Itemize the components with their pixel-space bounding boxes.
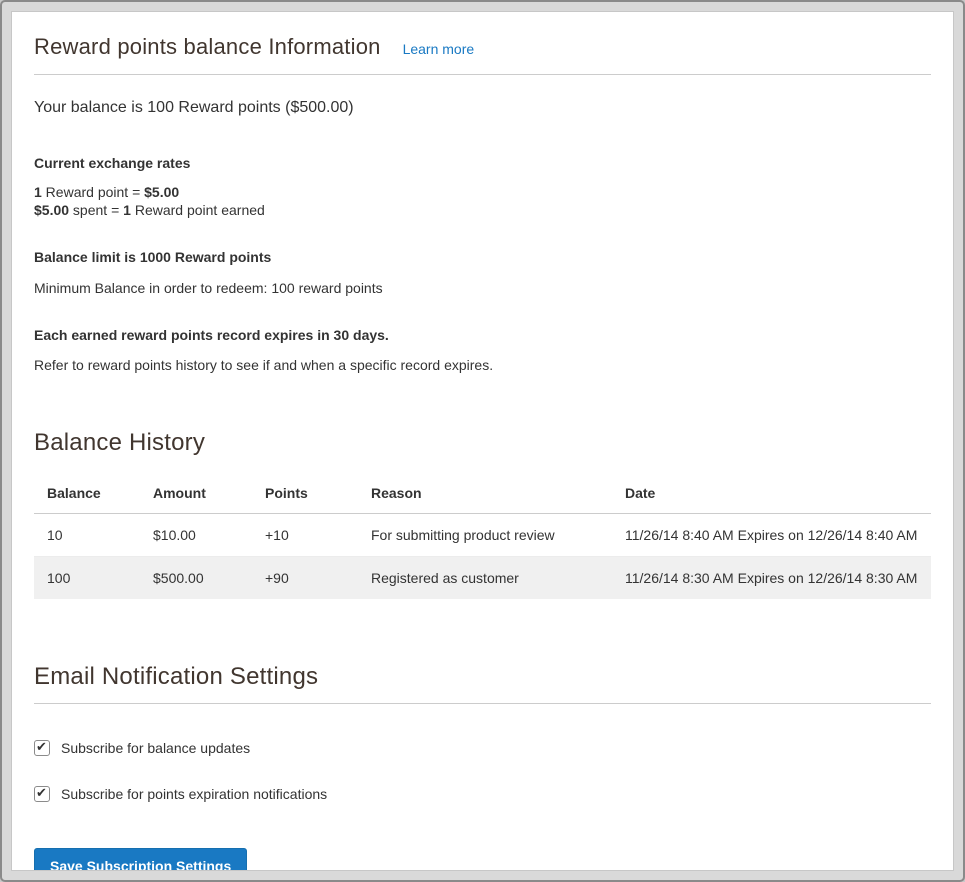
cell-points: +90 [252,557,358,600]
cell-reason: Registered as customer [358,557,612,600]
cell-reason: For submitting product review [358,514,612,557]
email-settings-title: Email Notification Settings [34,663,931,704]
save-subscription-settings-button[interactable]: Save Subscription Settings [34,848,247,871]
rate-spend-tail: Reward point earned [131,202,265,218]
rate-earn-text: Reward point = [42,184,144,200]
page-background: Reward points balance Information Learn … [0,0,965,882]
table-row: 10 $10.00 +10 For submitting product rev… [34,514,931,557]
cell-balance: 100 [34,557,140,600]
column-header-reason: Reason [358,473,612,514]
rate-spend-points: 1 [123,202,131,218]
subscribe-expiration-notifications-row[interactable]: Subscribe for points expiration notifica… [34,786,931,802]
rate-earn-points: 1 [34,184,42,200]
table-row: 100 $500.00 +90 Registered as customer 1… [34,557,931,600]
exchange-rates-title: Current exchange rates [34,155,931,171]
subscribe-expiration-notifications-label: Subscribe for points expiration notifica… [61,786,327,802]
balance-limit-text: Balance limit is 1000 Reward points [34,249,931,265]
balance-history-title: Balance History [34,429,931,457]
exchange-rate-spend: $5.00 spent = 1 Reward point earned [34,201,931,219]
cell-balance: 10 [34,514,140,557]
table-header-row: Balance Amount Points Reason Date [34,473,931,514]
subscribe-balance-updates-row[interactable]: Subscribe for balance updates [34,740,931,756]
subscribe-balance-updates-label: Subscribe for balance updates [61,740,250,756]
subscribe-expiration-notifications-checkbox[interactable] [34,786,50,802]
rate-earn-amount: $5.00 [144,184,179,200]
learn-more-link[interactable]: Learn more [403,41,475,57]
cell-amount: $500.00 [140,557,252,600]
reward-points-card: Reward points balance Information Learn … [11,11,954,871]
column-header-points: Points [252,473,358,514]
cell-date: 11/26/14 8:30 AM Expires on 12/26/14 8:3… [612,557,931,600]
expiry-note: Refer to reward points history to see if… [34,357,931,373]
column-header-amount: Amount [140,473,252,514]
balance-history-table: Balance Amount Points Reason Date 10 $10… [34,473,931,599]
rate-spend-text: spent = [69,202,123,218]
balance-summary: Your balance is 100 Reward points ($500.… [34,99,931,117]
column-header-date: Date [612,473,931,514]
exchange-rate-earn: 1 Reward point = $5.00 [34,183,931,201]
subscribe-balance-updates-checkbox[interactable] [34,740,50,756]
page-title: Reward points balance Information [34,34,381,60]
cell-date: 11/26/14 8:40 AM Expires on 12/26/14 8:4… [612,514,931,557]
column-header-balance: Balance [34,473,140,514]
rate-spend-amount: $5.00 [34,202,69,218]
expiry-notice: Each earned reward points record expires… [34,327,931,343]
cell-points: +10 [252,514,358,557]
cell-amount: $10.00 [140,514,252,557]
minimum-balance-text: Minimum Balance in order to redeem: 100 … [34,280,931,296]
page-header: Reward points balance Information Learn … [34,28,931,75]
